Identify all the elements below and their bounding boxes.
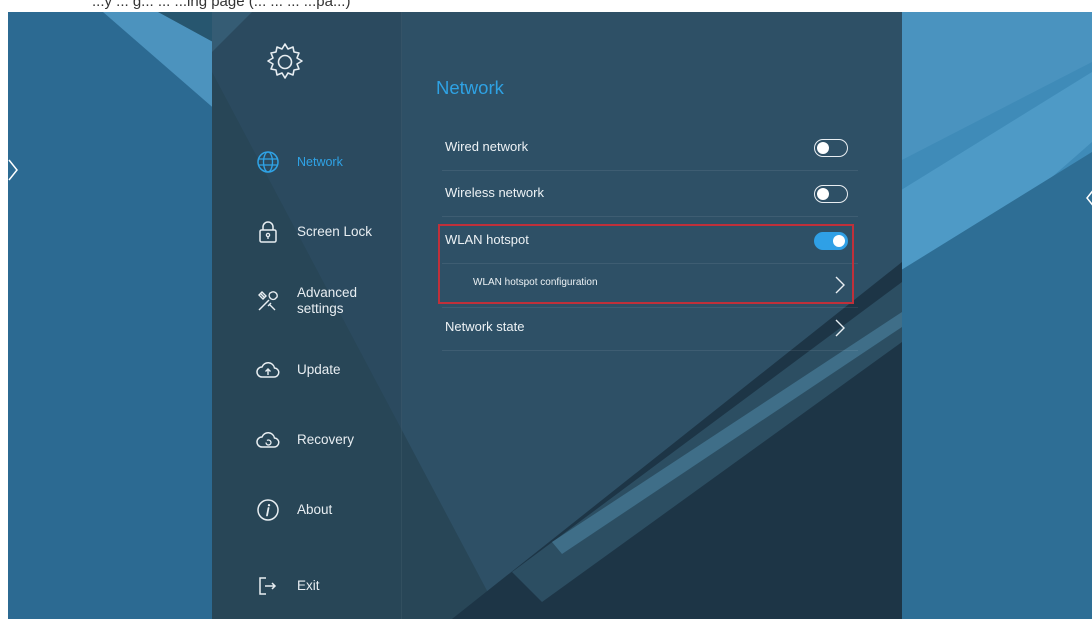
toggle-knob bbox=[817, 187, 829, 200]
wired-network-toggle[interactable] bbox=[814, 139, 848, 157]
sidebar-item-exit[interactable]: Exit bbox=[212, 558, 402, 614]
wired-network-row[interactable]: Wired network bbox=[442, 125, 858, 171]
row-label: Wired network bbox=[445, 139, 529, 154]
info-icon bbox=[256, 498, 280, 522]
toggle-knob bbox=[833, 234, 845, 247]
chevron-right-icon bbox=[834, 275, 846, 295]
page-title: Network bbox=[436, 77, 504, 98]
sidebar-item-network[interactable]: Network bbox=[212, 134, 402, 190]
sidebar-item-update[interactable]: Update bbox=[212, 342, 402, 398]
screen: Network Screen Lock Advanced settings Up… bbox=[8, 12, 1092, 619]
exit-icon bbox=[256, 574, 280, 598]
gear-icon bbox=[263, 40, 307, 84]
wireless-network-row[interactable]: Wireless network bbox=[442, 171, 858, 217]
wlan-hotspot-toggle[interactable] bbox=[814, 232, 848, 250]
left-edge-arrow-icon[interactable] bbox=[8, 158, 20, 182]
sidebar-item-label: Recovery bbox=[297, 432, 355, 447]
cloud-restore-icon bbox=[256, 428, 280, 452]
wlan-hotspot-row[interactable]: WLAN hotspot bbox=[442, 218, 858, 264]
sidebar-item-label: Advanced settings bbox=[297, 285, 358, 316]
settings-panel: Network Screen Lock Advanced settings Up… bbox=[212, 12, 902, 619]
wlan-hotspot-configuration-row[interactable]: WLAN hotspot configuration bbox=[442, 262, 858, 308]
chevron-right-icon bbox=[834, 318, 846, 338]
globe-icon bbox=[256, 150, 280, 174]
sidebar-item-label: Network bbox=[297, 155, 343, 169]
network-content: Network Wired network Wireless network W… bbox=[402, 12, 902, 619]
sidebar-item-about[interactable]: About bbox=[212, 482, 402, 538]
sidebar: Network Screen Lock Advanced settings Up… bbox=[212, 12, 402, 619]
row-label: WLAN hotspot bbox=[445, 232, 529, 247]
sidebar-item-advanced-settings[interactable]: Advanced settings bbox=[212, 273, 402, 329]
right-edge-arrow-icon[interactable] bbox=[1084, 186, 1092, 210]
sidebar-item-screen-lock[interactable]: Screen Lock bbox=[212, 204, 402, 260]
tools-icon bbox=[256, 289, 280, 313]
sidebar-item-label: Exit bbox=[297, 578, 320, 593]
sidebar-item-label: Screen Lock bbox=[297, 224, 373, 239]
cloud-upload-icon bbox=[256, 358, 280, 382]
sidebar-item-recovery[interactable]: Recovery bbox=[212, 412, 402, 468]
wireless-network-toggle[interactable] bbox=[814, 185, 848, 203]
cropped-caption: ...y ... g... ... ...ing page (... ... .… bbox=[0, 0, 1092, 12]
lock-icon bbox=[256, 220, 280, 244]
row-label: Wireless network bbox=[445, 185, 544, 200]
network-state-row[interactable]: Network state bbox=[442, 305, 858, 351]
toggle-knob bbox=[817, 141, 829, 154]
caption-text: ...y ... g... ... ...ing page (... ... .… bbox=[92, 0, 351, 10]
sidebar-item-label: About bbox=[297, 502, 333, 517]
row-label: Network state bbox=[445, 319, 525, 334]
row-label: WLAN hotspot configuration bbox=[473, 277, 598, 288]
sidebar-item-label: Update bbox=[297, 362, 341, 377]
